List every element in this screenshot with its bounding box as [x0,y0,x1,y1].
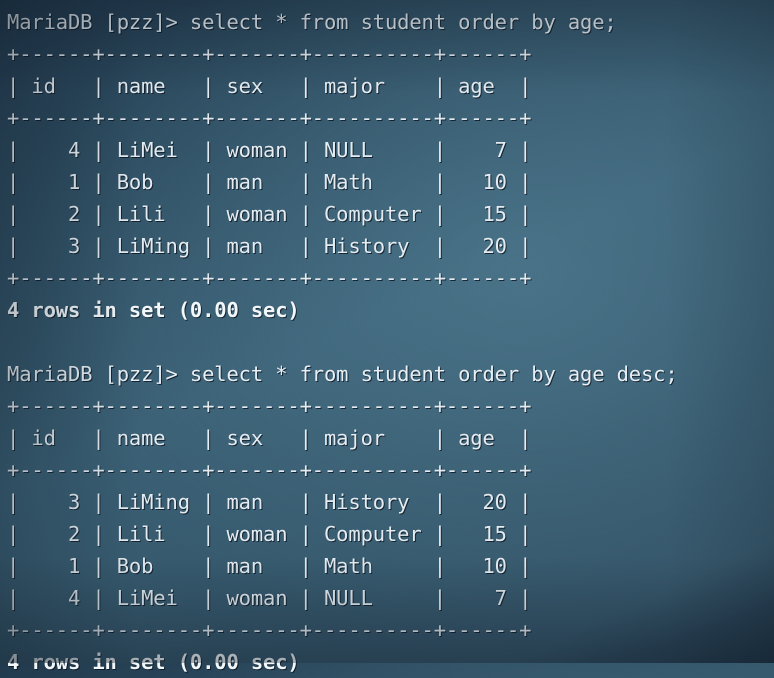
table-rule-top-1: +------+--------+-------+----------+----… [7,42,532,66]
terminal-window[interactable]: MariaDB [pzz]> select * from student ord… [0,0,774,674]
command-line-1: MariaDB [pzz]> select * from student ord… [7,10,617,34]
table-rule-mid-2: +------+--------+-------+----------+----… [7,458,532,482]
table-row: | 3 | LiMing | man | History | 20 | [7,234,532,258]
command-line-2: MariaDB [pzz]> select * from student ord… [7,362,678,386]
table-rule-top-2: +------+--------+-------+----------+----… [7,394,532,418]
table-rule-mid-1: +------+--------+-------+----------+----… [7,106,532,130]
table-rule-bottom-1: +------+--------+-------+----------+----… [7,266,532,290]
table-row: | 1 | Bob | man | Math | 10 | [7,554,532,578]
status-line-2: 4 rows in set (0.00 sec) [7,650,300,674]
table-header-1: | id | name | sex | major | age | [7,74,532,98]
table-row: | 4 | LiMei | woman | NULL | 7 | [7,138,532,162]
table-rule-bottom-2: +------+--------+-------+----------+----… [7,618,532,642]
table-header-2: | id | name | sex | major | age | [7,426,532,450]
blank-separator [7,326,774,358]
table-row: | 1 | Bob | man | Math | 10 | [7,170,532,194]
table-row: | 2 | Lili | woman | Computer | 15 | [7,522,532,546]
status-line-1: 4 rows in set (0.00 sec) [7,298,300,322]
table-row: | 3 | LiMing | man | History | 20 | [7,490,532,514]
table-row: | 4 | LiMei | woman | NULL | 7 | [7,586,532,610]
table-row: | 2 | Lili | woman | Computer | 15 | [7,202,532,226]
